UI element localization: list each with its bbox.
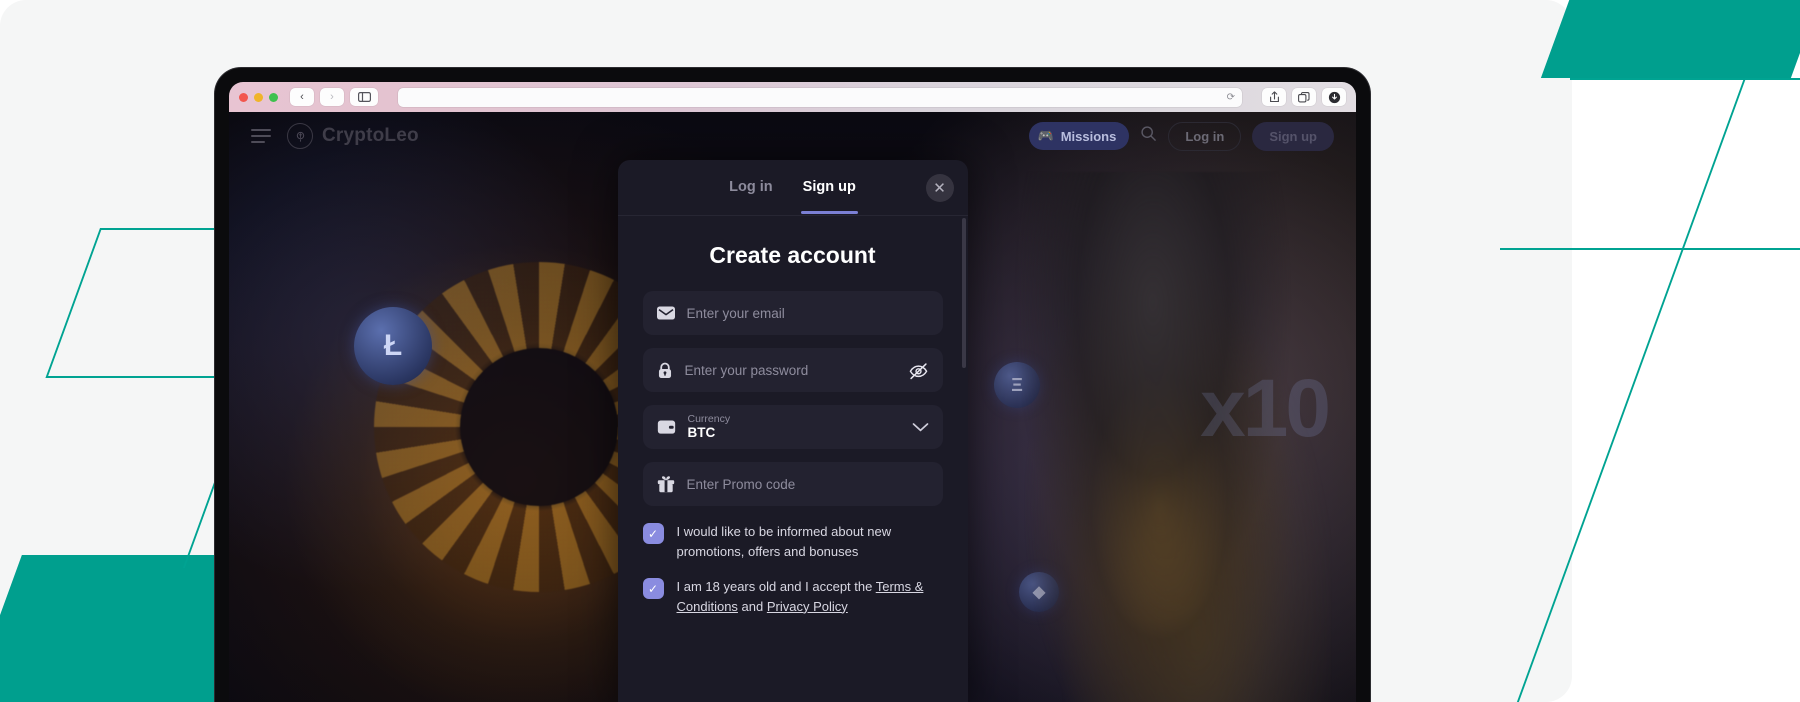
page-title: Create account <box>709 242 876 268</box>
terms-text-mid: and <box>737 598 767 614</box>
envelope-icon <box>656 306 675 320</box>
terms-text-before: I am 18 years old and I accept the <box>676 579 876 594</box>
laptop-mockup: ‹ › ⟳ Ł x10 CryptoLeo 🎮 Missions Log in … <box>215 68 1370 702</box>
close-icon[interactable]: ✕ <box>925 174 954 202</box>
back-icon[interactable]: ‹ <box>290 88 314 106</box>
terms-checkbox[interactable]: ✓ <box>642 578 664 599</box>
multiplier-label: x10 <box>1200 363 1331 454</box>
browser-toolbar-right <box>1262 88 1346 106</box>
reload-icon[interactable]: ⟳ <box>1227 92 1235 103</box>
tabs-overview-icon[interactable] <box>1292 88 1316 106</box>
email-placeholder: Enter your email <box>686 305 785 321</box>
teal-line-horizontal-top <box>1570 78 1800 80</box>
promotions-consent-label: I would like to be informed about new pr… <box>676 524 892 559</box>
hamburger-icon[interactable] <box>251 129 271 143</box>
auth-modal: Log in Sign up ✕ Create account Enter yo… <box>617 160 968 702</box>
tab-signup[interactable]: Sign up <box>800 179 859 214</box>
gift-icon <box>657 475 675 493</box>
promo-placeholder: Enter Promo code <box>686 476 796 492</box>
lock-icon <box>657 362 673 379</box>
password-placeholder: Enter your password <box>684 362 809 378</box>
promotions-checkbox[interactable]: ✓ <box>642 523 664 544</box>
teal-line-horizontal-mid <box>1500 248 1800 250</box>
window-traffic-lights <box>239 92 278 102</box>
wallet-icon <box>657 419 676 435</box>
sidebar-toggle-icon[interactable] <box>350 88 378 106</box>
privacy-policy-link[interactable]: Privacy Policy <box>767 599 848 614</box>
search-icon[interactable] <box>1140 125 1157 147</box>
brand-logo[interactable]: CryptoLeo <box>287 123 419 149</box>
currency-value-group: Currency BTC <box>688 413 731 441</box>
eye-off-icon[interactable] <box>908 361 929 380</box>
minimize-window-button[interactable] <box>254 92 263 102</box>
auth-modal-body: Create account Enter your email Enter yo… <box>618 216 968 616</box>
website-viewport: Ł Ξ ◆ x10 CryptoLeo <box>229 112 1356 702</box>
address-bar[interactable]: ⟳ <box>398 87 1242 107</box>
lion-head-icon <box>287 123 313 149</box>
gamepad-icon: 🎮 <box>1037 128 1054 143</box>
terms-consent-label: I am 18 years old and I accept the Terms… <box>677 577 943 616</box>
litecoin-coin-graphic: Ł <box>354 307 432 385</box>
teal-parallelogram-top-right <box>1540 0 1800 78</box>
terms-consent-row: ✓ I am 18 years old and I accept the Ter… <box>642 577 943 616</box>
tab-login[interactable]: Log in <box>727 179 775 214</box>
brand-name: CryptoLeo <box>322 125 419 146</box>
header-login-button[interactable]: Log in <box>1168 121 1242 151</box>
browser-toolbar: ‹ › ⟳ <box>229 82 1356 112</box>
maximize-window-button[interactable] <box>269 92 278 102</box>
promo-code-field[interactable]: Enter Promo code <box>642 462 943 506</box>
email-field[interactable]: Enter your email <box>642 291 943 335</box>
chevron-down-icon[interactable] <box>912 422 929 433</box>
close-window-button[interactable] <box>239 92 248 102</box>
password-field[interactable]: Enter your password <box>642 348 943 392</box>
share-icon[interactable] <box>1262 88 1286 106</box>
laptop-screen: ‹ › ⟳ Ł x10 CryptoLeo 🎮 Missions Log in … <box>229 82 1356 702</box>
download-icon[interactable] <box>1322 88 1346 106</box>
modal-scrollbar[interactable] <box>961 218 966 368</box>
currency-value: BTC <box>687 425 716 441</box>
forward-icon[interactable]: › <box>320 88 344 106</box>
currency-select[interactable]: Currency BTC <box>642 405 943 449</box>
currency-label: Currency <box>687 412 731 425</box>
missions-button[interactable]: 🎮 Missions <box>1028 122 1130 150</box>
promotions-consent-row: ✓ I would like to be informed about new … <box>642 522 943 561</box>
header-signup-button[interactable]: Sign up <box>1252 121 1334 151</box>
site-header: CryptoLeo 🎮 Missions Log in Sign up <box>229 112 1356 160</box>
header-actions: 🎮 Missions Log in Sign up <box>1028 121 1334 151</box>
auth-modal-tabs: Log in Sign up ✕ <box>617 160 968 216</box>
missions-label: Missions <box>1060 128 1117 144</box>
